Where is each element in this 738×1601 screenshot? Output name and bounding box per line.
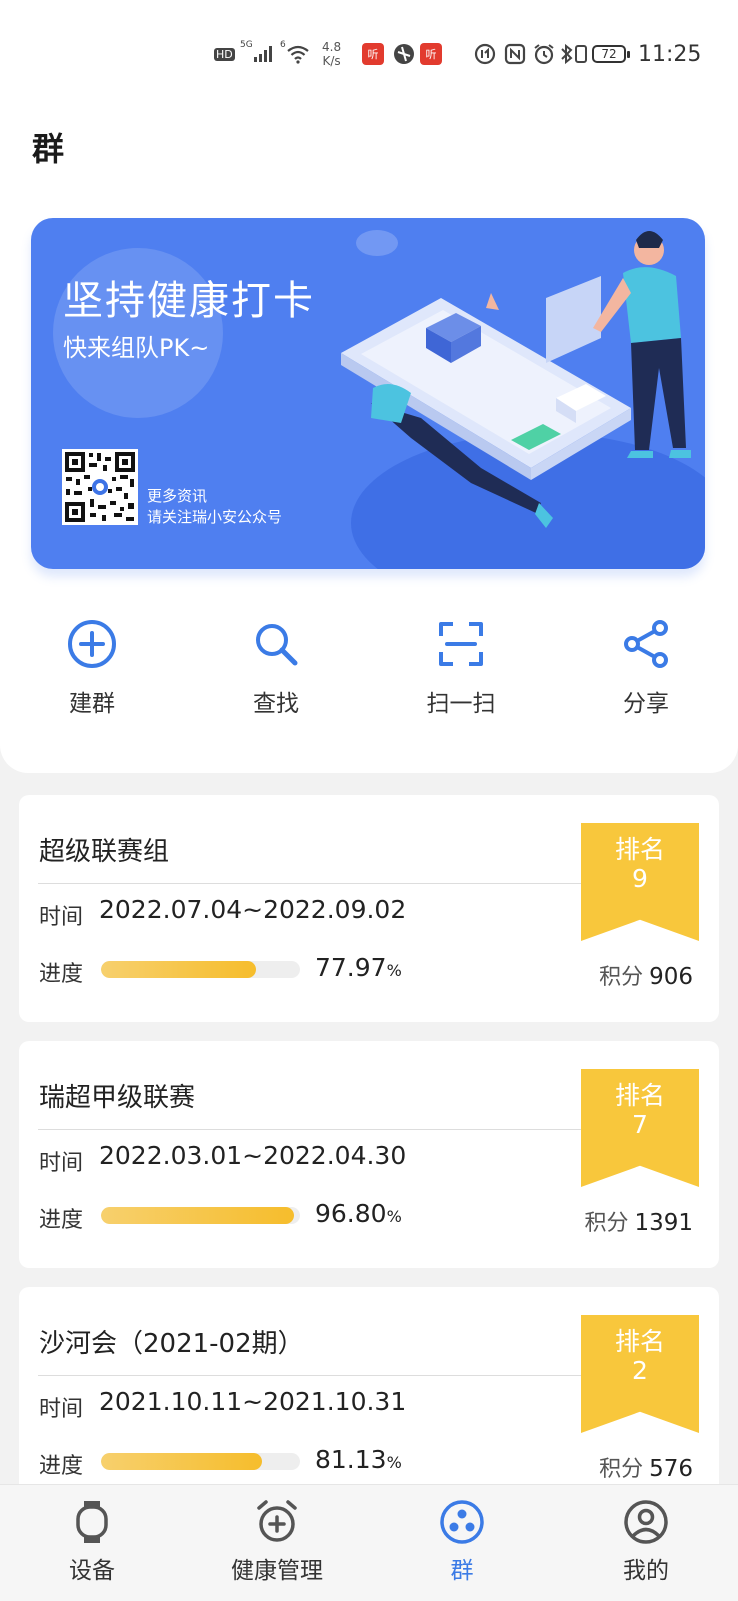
- scan-icon: [439, 622, 483, 666]
- progress-label: 进度: [39, 1208, 84, 1233]
- promo-banner[interactable]: 坚持健康打卡 快来组队PK~ 更多资讯 请关注瑞小安公众号: [31, 218, 705, 569]
- score: 积分 1391: [584, 1210, 693, 1236]
- app-notification-icon: [393, 30, 415, 78]
- app-notification-icon: 听: [362, 30, 384, 78]
- create-group-button[interactable]: 建群: [22, 618, 162, 718]
- divider: [38, 1129, 581, 1130]
- banner-subtitle: 快来组队PK~: [63, 334, 210, 362]
- network-speed: 4.8 K/s: [322, 40, 342, 68]
- time-label: 时间: [39, 905, 84, 930]
- progress-fill: [101, 1207, 294, 1224]
- page-title: 群: [32, 130, 65, 168]
- group-card[interactable]: 超级联赛组 时间 2022.07.04~2022.09.02 进度 77.97%…: [19, 795, 719, 1022]
- nav-label: 群: [450, 1558, 474, 1584]
- time-range: 2021.10.11~2021.10.31: [99, 1387, 407, 1416]
- nfc-icon: [504, 30, 526, 78]
- rank-value: 2: [632, 1356, 648, 1385]
- rank-label: 排名: [614, 1327, 665, 1356]
- nav-label: 我的: [623, 1558, 669, 1584]
- profile-icon: [624, 1500, 668, 1544]
- rank-value: 7: [632, 1110, 648, 1139]
- share-label: 分享: [623, 691, 669, 717]
- cellular-signal-icon: 5G: [240, 30, 273, 78]
- rank-ribbon: 排名 7: [581, 1069, 699, 1187]
- rank-label: 排名: [614, 835, 665, 864]
- progress-value: 81.13%: [315, 1445, 402, 1474]
- scan-button[interactable]: 扫一扫: [391, 618, 531, 718]
- nav-item-health[interactable]: 健康管理: [202, 1499, 352, 1585]
- quick-actions: 建群 查找 扫一扫 分享: [0, 618, 738, 728]
- nav-item-group[interactable]: 群: [387, 1499, 537, 1585]
- rank-value: 9: [632, 864, 648, 893]
- time-range: 2022.03.01~2022.04.30: [99, 1141, 407, 1170]
- divider: [38, 1375, 581, 1376]
- progress-label: 进度: [39, 962, 84, 987]
- progress-fill: [101, 1453, 263, 1470]
- vibrate-icon: [574, 30, 588, 78]
- search-label: 查找: [253, 691, 299, 717]
- rank-ribbon: 排名 9: [581, 823, 699, 941]
- time-label: 时间: [39, 1397, 84, 1422]
- header-panel: HD 5G 6 4.8 K/s 听 听 72 11:25 群 坚持健康打卡 快来…: [0, 0, 738, 773]
- score: 积分 576: [599, 1456, 693, 1482]
- share-button[interactable]: 分享: [576, 618, 716, 718]
- banner-illustration: [341, 231, 691, 528]
- time-label: 时间: [39, 1151, 84, 1176]
- search-group-button[interactable]: 查找: [206, 618, 346, 718]
- time-range: 2022.07.04~2022.09.02: [99, 895, 407, 924]
- plus-circle-icon: [68, 620, 116, 668]
- rank-ribbon: 排名 2: [581, 1315, 699, 1433]
- battery-icon: 72: [592, 30, 630, 78]
- banner-note: 更多资讯 请关注瑞小安公众号: [147, 487, 283, 526]
- wifi-icon: 6: [280, 30, 310, 78]
- bluetooth-icon: [560, 30, 574, 78]
- search-icon: [256, 624, 298, 666]
- share-icon: [624, 620, 668, 668]
- progress-bar: [101, 961, 300, 978]
- clock: 11:25: [638, 41, 702, 67]
- group-card[interactable]: 沙河会（2021-02期） 时间 2021.10.11~2021.10.31 进…: [19, 1287, 719, 1514]
- divider: [38, 883, 581, 884]
- progress-bar: [101, 1207, 300, 1224]
- progress-value: 96.80%: [315, 1199, 402, 1228]
- health-alarm-icon: [257, 1500, 297, 1542]
- nav-item-device[interactable]: 设备: [17, 1499, 167, 1585]
- nav-item-profile[interactable]: 我的: [571, 1499, 721, 1585]
- data-saver-icon: [474, 30, 496, 78]
- status-bar: HD 5G 6 4.8 K/s 听 听 72 11:25: [0, 30, 738, 78]
- create-group-label: 建群: [69, 691, 115, 717]
- progress-value: 77.97%: [315, 953, 402, 982]
- group-card[interactable]: 瑞超甲级联赛 时间 2022.03.01~2022.04.30 进度 96.80…: [19, 1041, 719, 1268]
- score: 积分 906: [599, 964, 693, 990]
- group-name: 沙河会（2021-02期）: [39, 1329, 304, 1359]
- app-notification-icon: 听: [420, 30, 442, 78]
- bottom-nav: 设备 健康管理 群 我的: [0, 1484, 738, 1601]
- watch-icon: [76, 1501, 108, 1543]
- nav-label: 健康管理: [231, 1558, 323, 1584]
- rank-label: 排名: [614, 1081, 665, 1110]
- group-name: 超级联赛组: [39, 837, 170, 867]
- nav-label: 设备: [69, 1558, 115, 1584]
- scan-label: 扫一扫: [426, 691, 496, 717]
- hd-indicator: HD: [214, 47, 235, 61]
- group-name: 瑞超甲级联赛: [39, 1083, 196, 1113]
- group-icon: [440, 1500, 484, 1544]
- progress-label: 进度: [39, 1454, 84, 1479]
- qr-code-image: [62, 449, 138, 525]
- banner-title: 坚持健康打卡: [63, 278, 315, 324]
- progress-bar: [101, 1453, 300, 1470]
- alarm-icon: [532, 30, 556, 78]
- progress-fill: [101, 961, 257, 978]
